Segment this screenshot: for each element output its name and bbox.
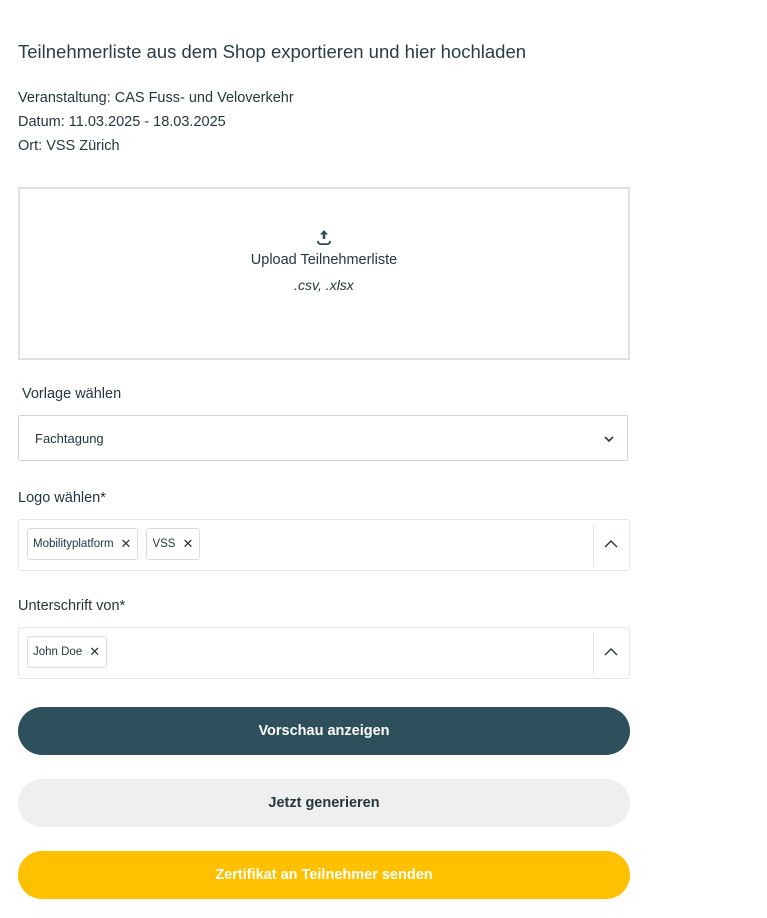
template-select-value: Fachtagung bbox=[35, 431, 104, 446]
signature-chip-john-doe: John Doe ✕ bbox=[27, 636, 108, 668]
logo-chips: Mobilityplatform ✕ VSS ✕ bbox=[27, 528, 201, 560]
signature-multiselect[interactable]: John Doe ✕ bbox=[18, 627, 630, 679]
event-name: Veranstaltung: CAS Fuss- und Veloverkehr bbox=[18, 90, 294, 106]
chevron-down-icon bbox=[604, 436, 614, 443]
event-place: Ort: VSS Zürich bbox=[18, 138, 120, 154]
template-label: Vorlage wählen bbox=[22, 386, 122, 402]
remove-chip-icon[interactable]: ✕ bbox=[89, 644, 100, 660]
generate-button[interactable]: Jetzt generieren bbox=[18, 779, 630, 827]
chip-label: John Doe bbox=[33, 646, 83, 658]
logo-multiselect[interactable]: Mobilityplatform ✕ VSS ✕ bbox=[18, 519, 630, 571]
remove-chip-icon[interactable]: ✕ bbox=[121, 536, 132, 552]
signature-label: Unterschrift von* bbox=[18, 598, 126, 614]
send-certificate-button[interactable]: Zertifikat an Teilnehmer senden bbox=[18, 851, 630, 899]
template-select[interactable]: Fachtagung bbox=[18, 415, 628, 461]
upload-file-types: .csv, .xlsx bbox=[294, 277, 354, 293]
upload-label: Upload Teilnehmerliste bbox=[250, 252, 398, 268]
chevron-up-icon bbox=[604, 540, 618, 548]
event-info: Veranstaltung: CAS Fuss- und Veloverkehr… bbox=[18, 86, 294, 158]
event-date: Datum: 11.03.2025 - 18.03.2025 bbox=[18, 114, 226, 130]
chip-label: Mobilityplatform bbox=[33, 538, 114, 550]
logo-chip-mobilityplatform: Mobilityplatform ✕ bbox=[27, 528, 139, 560]
upload-dropzone[interactable]: Upload Teilnehmerliste .csv, .xlsx bbox=[18, 187, 630, 360]
chevron-up-icon bbox=[604, 648, 618, 656]
remove-chip-icon[interactable]: ✕ bbox=[182, 536, 193, 552]
chip-label: VSS bbox=[152, 538, 176, 550]
signature-dropdown-toggle[interactable] bbox=[594, 628, 629, 678]
upload-icon bbox=[317, 230, 331, 245]
signature-chips: John Doe ✕ bbox=[27, 636, 108, 668]
logo-chip-vss: VSS ✕ bbox=[146, 528, 201, 560]
logo-label: Logo wählen* bbox=[18, 490, 106, 506]
logo-dropdown-toggle[interactable] bbox=[594, 520, 629, 570]
page-title: Teilnehmerliste aus dem Shop exportieren… bbox=[18, 41, 527, 62]
preview-button[interactable]: Vorschau anzeigen bbox=[18, 707, 630, 755]
